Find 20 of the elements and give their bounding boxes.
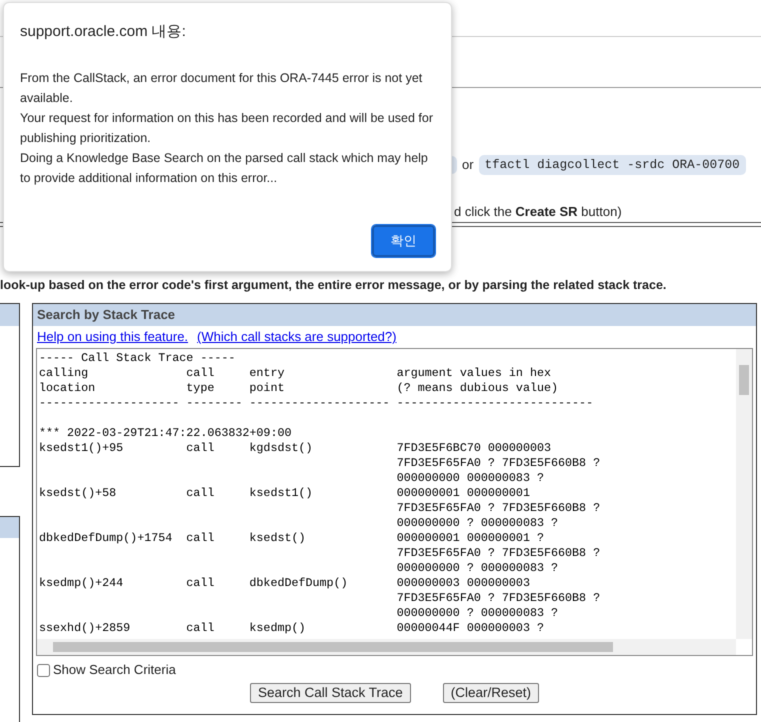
ok-button[interactable]: 확인 — [372, 225, 435, 257]
intro-text: look-up based on the error code's first argument, the entire error message, or by parsing the related stack trace. — [0, 277, 668, 293]
dialog-message: Your request for information on this has been recorded and will be used for publishing prioritization. — [20, 110, 434, 147]
vertical-scrollbar[interactable] — [736, 349, 752, 639]
help-link[interactable]: Help on using this feature. — [37, 327, 188, 347]
dialog-message: From the CallStack, an error document for this ORA-7445 error is not yet available. — [20, 70, 424, 106]
panel-title: Search by Stack Trace — [33, 304, 756, 326]
dialog-message: Doing a Knowledge Base Search on the parsed call stack which may help to provide additional information on this error... — [20, 150, 429, 187]
separator-text: or — [462, 156, 474, 174]
trace-text: ----- Call Stack Trace ----- calling call entry argument values in hex location type point (? means dubious value) -------------------- -------- -------------------- ---------------------------- *** 2022-03-29T21:47:22.063832+09:00 ksedst1()+95 call kgdsdst() 7FD3E5F6BC70 000000003 7FD3E5F65FA0 ? 7FD3E5F660B8 ? 000000000 000000083 ? ksedst()+58 call ksedst1() 000000001 000000001 7FD3E5F65FA0 ? 7FD3E5F660B8 ? 000000000 ? 000000083 ? dbkedDefDump()+1754 call ksedst() 000000001 000000001 ? 7FD3E5F65FA0 ? 7FD3E5F660B8 ? 000000000 ? 000000083 ? ksedmp()+244 call dbkedDefDump() 000000003 000000003 7FD3E5F65FA0 ? 7FD3E5F660B8 ? 000000000 ? 000000083 ? ssexhd()+2859 call ksedmp() 00000044F 000000003 ? — [38, 350, 602, 637]
checkbox-label: Show Search Criteria — [53, 661, 176, 680]
action-button[interactable]: Search Call Stack Trace — [250, 683, 411, 703]
instruction-text: d click the Create SR button) — [454, 204, 622, 219]
criteria-checkbox[interactable] — [37, 664, 50, 676]
horizontal-scrollbar[interactable] — [37, 639, 736, 655]
action-button[interactable]: (Clear/Reset) — [442, 683, 540, 703]
help-link[interactable]: (Which call stacks are supported?) — [197, 327, 396, 347]
code-chip: tfactl diagcollect -srdc ORA-00700 — [478, 154, 746, 176]
dialog-title: support.oracle.com 내용: — [20, 22, 187, 42]
trace-textarea[interactable] — [36, 348, 753, 656]
